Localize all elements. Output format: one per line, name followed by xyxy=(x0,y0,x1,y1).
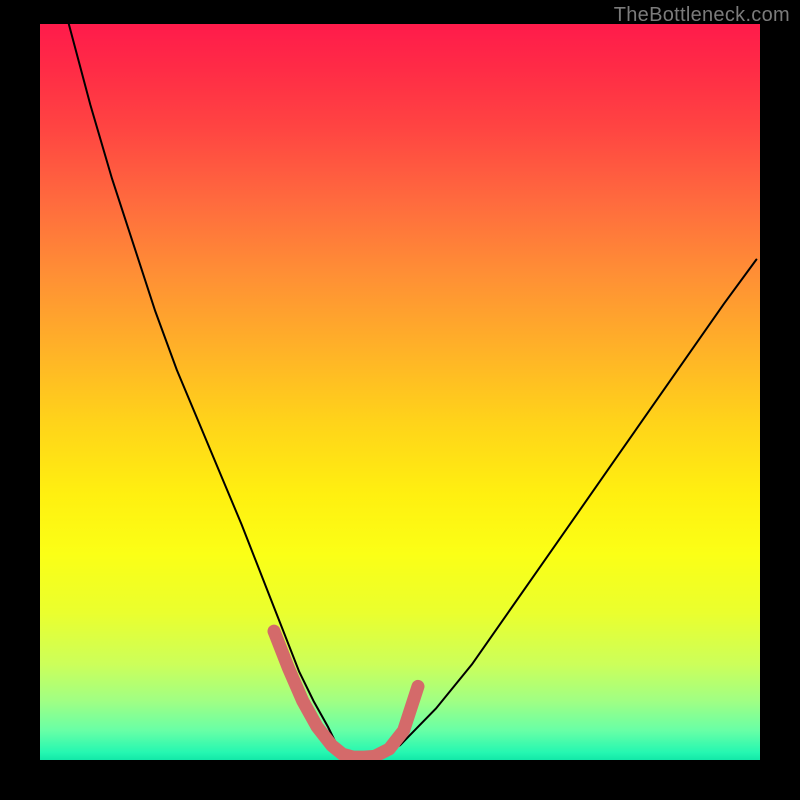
plot-area xyxy=(40,24,760,760)
optimal-region-marker xyxy=(274,631,418,757)
bottleneck-curve xyxy=(69,24,757,756)
curve-layer xyxy=(40,24,760,760)
chart-frame: TheBottleneck.com xyxy=(0,0,800,800)
watermark-text: TheBottleneck.com xyxy=(614,4,790,27)
